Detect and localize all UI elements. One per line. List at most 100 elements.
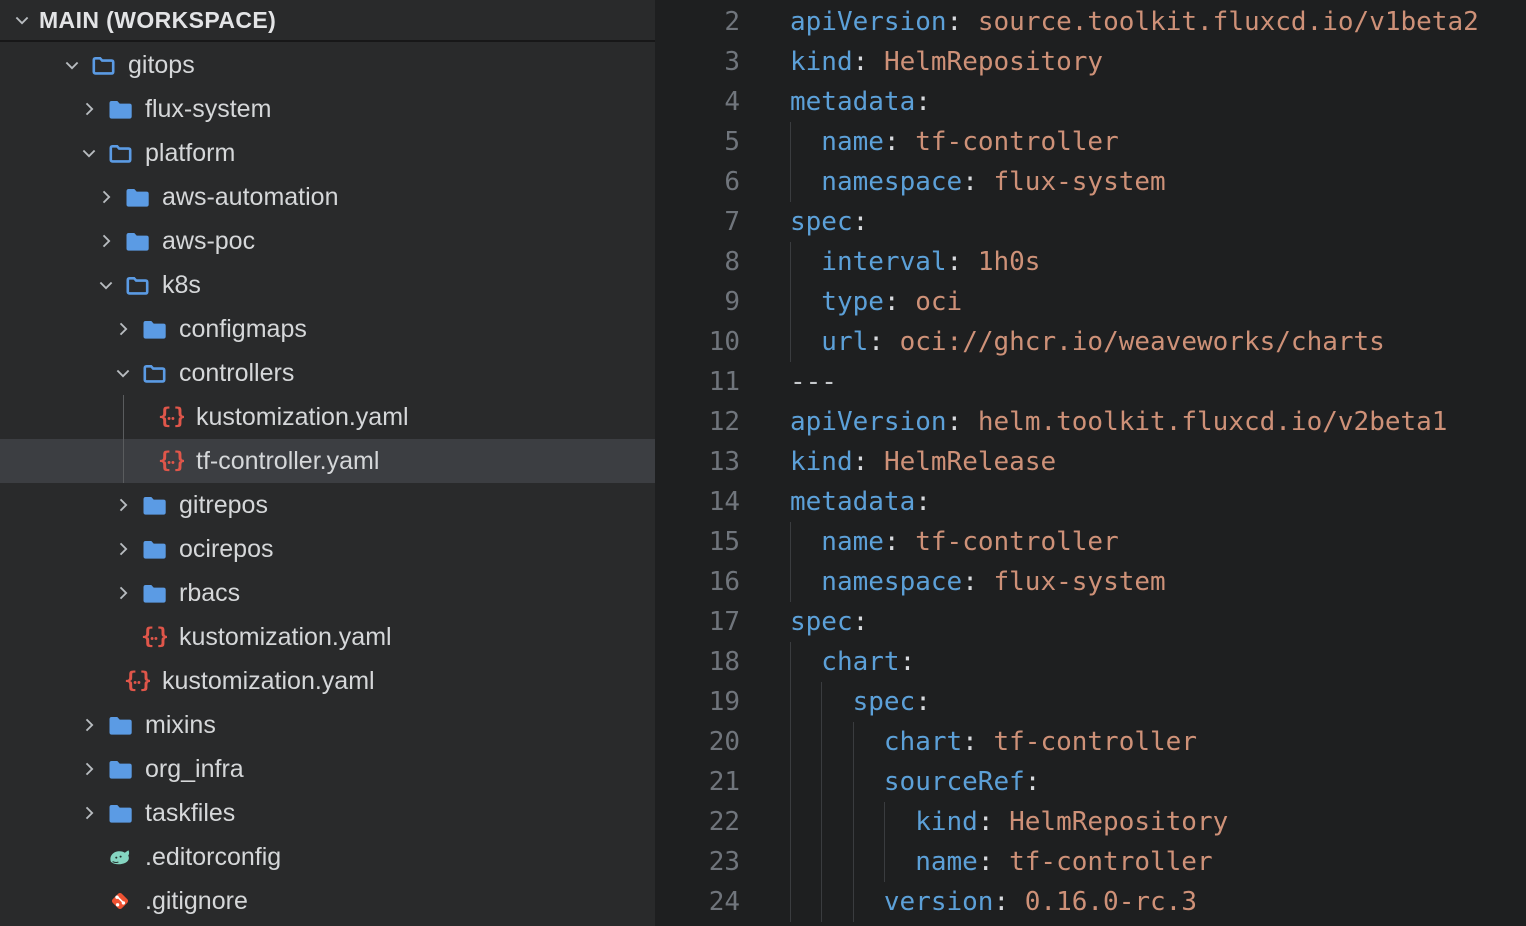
code-line[interactable]: 14metadata: — [655, 482, 1526, 522]
code-line[interactable]: 6namespace: flux-system — [655, 162, 1526, 202]
chevron-down-icon[interactable] — [79, 143, 107, 163]
yaml-key: metadata — [790, 87, 915, 117]
yaml-key: interval — [821, 247, 946, 277]
chevron-down-icon[interactable] — [62, 55, 90, 75]
chevron-right-icon[interactable] — [79, 759, 107, 779]
code-content[interactable]: spec: — [790, 202, 1526, 242]
code-content[interactable]: metadata: — [790, 482, 1526, 522]
tree-item[interactable]: controllers — [0, 351, 655, 395]
code-content[interactable]: version: 0.16.0-rc.3 — [790, 882, 1526, 922]
code-line[interactable]: 22kind: HelmRepository — [655, 802, 1526, 842]
yaml-icon: {} — [141, 625, 167, 649]
yaml-key: name — [915, 847, 978, 877]
yaml-colon: : — [900, 647, 916, 677]
chevron-down-icon[interactable] — [113, 363, 141, 383]
code-line[interactable]: 16namespace: flux-system — [655, 562, 1526, 602]
code-text: apiVersion: source.toolkit.fluxcd.io/v1b… — [790, 7, 1479, 37]
code-line[interactable]: 13kind: HelmRelease — [655, 442, 1526, 482]
code-content[interactable]: type: oci — [790, 282, 1526, 322]
tree-item[interactable]: k8s — [0, 263, 655, 307]
code-line[interactable]: 21sourceRef: — [655, 762, 1526, 802]
tree-item[interactable]: platform — [0, 131, 655, 175]
code-content[interactable]: sourceRef: — [790, 762, 1526, 802]
chevron-right-icon[interactable] — [113, 539, 141, 559]
code-content[interactable]: apiVersion: source.toolkit.fluxcd.io/v1b… — [790, 2, 1526, 42]
code-content[interactable]: kind: HelmRepository — [790, 42, 1526, 82]
tree-item[interactable]: org_infra — [0, 747, 655, 791]
tree-item[interactable]: {}kustomization.yaml — [0, 395, 655, 439]
code-line[interactable]: 23name: tf-controller — [655, 842, 1526, 882]
code-content[interactable]: namespace: flux-system — [790, 562, 1526, 602]
code-line[interactable]: 3kind: HelmRepository — [655, 42, 1526, 82]
chevron-right-icon[interactable] — [113, 495, 141, 515]
code-content[interactable]: spec: — [790, 682, 1526, 722]
tree-item[interactable]: taskfiles — [0, 791, 655, 835]
chevron-right-icon[interactable] — [113, 319, 141, 339]
yaml-colon: : — [962, 727, 993, 757]
code-content[interactable]: namespace: flux-system — [790, 162, 1526, 202]
code-line[interactable]: 12apiVersion: helm.toolkit.fluxcd.io/v2b… — [655, 402, 1526, 442]
code-line[interactable]: 10url: oci://ghcr.io/weaveworks/charts — [655, 322, 1526, 362]
chevron-right-icon[interactable] — [79, 803, 107, 823]
chevron-right-icon[interactable] — [96, 187, 124, 207]
code-editor[interactable]: 2apiVersion: source.toolkit.fluxcd.io/v1… — [655, 0, 1526, 926]
code-line[interactable]: 8interval: 1h0s — [655, 242, 1526, 282]
code-content[interactable]: chart: — [790, 642, 1526, 682]
code-content[interactable]: apiVersion: helm.toolkit.fluxcd.io/v2bet… — [790, 402, 1526, 442]
chevron-right-icon[interactable] — [96, 231, 124, 251]
code-line[interactable]: 19spec: — [655, 682, 1526, 722]
yaml-colon: : — [884, 127, 915, 157]
tree-item[interactable]: aws-automation — [0, 175, 655, 219]
code-line[interactable]: 24version: 0.16.0-rc.3 — [655, 882, 1526, 922]
yaml-key: spec — [790, 607, 853, 637]
tree-item[interactable]: {}kustomization.yaml — [0, 615, 655, 659]
code-line[interactable]: 17spec: — [655, 602, 1526, 642]
code-line[interactable]: 4metadata: — [655, 82, 1526, 122]
indent-guide — [790, 802, 791, 842]
code-content[interactable]: name: tf-controller — [790, 842, 1526, 882]
code-content[interactable]: interval: 1h0s — [790, 242, 1526, 282]
tree-item[interactable]: mixins — [0, 703, 655, 747]
code-content[interactable]: name: tf-controller — [790, 522, 1526, 562]
code-content[interactable]: metadata: — [790, 82, 1526, 122]
code-line[interactable]: 11--- — [655, 362, 1526, 402]
chevron-down-icon[interactable] — [96, 275, 124, 295]
code-line[interactable]: 20chart: tf-controller — [655, 722, 1526, 762]
code-content[interactable]: chart: tf-controller — [790, 722, 1526, 762]
tree-item[interactable]: aws-poc — [0, 219, 655, 263]
chevron-right-icon[interactable] — [79, 715, 107, 735]
code-text: spec: — [790, 207, 868, 237]
code-content[interactable]: name: tf-controller — [790, 122, 1526, 162]
tree-item[interactable]: rbacs — [0, 571, 655, 615]
tree-item[interactable]: {}kustomization.yaml — [0, 659, 655, 703]
code-content[interactable]: kind: HelmRepository — [790, 802, 1526, 842]
tree-item-label: .editorconfig — [145, 843, 281, 872]
tree-item-label: aws-poc — [162, 227, 255, 256]
code-line[interactable]: 15name: tf-controller — [655, 522, 1526, 562]
explorer-section-header[interactable]: MAIN (WORKSPACE) — [0, 0, 655, 42]
tree-item[interactable]: .gitignore — [0, 879, 655, 923]
code-content[interactable]: spec: — [790, 602, 1526, 642]
chevron-right-icon[interactable] — [113, 583, 141, 603]
code-content[interactable]: kind: HelmRelease — [790, 442, 1526, 482]
tree-item[interactable]: configmaps — [0, 307, 655, 351]
code-line[interactable]: 2apiVersion: source.toolkit.fluxcd.io/v1… — [655, 2, 1526, 42]
tree-item[interactable]: gitrepos — [0, 483, 655, 527]
tree-item[interactable]: {}tf-controller.yaml — [0, 439, 655, 483]
code-content[interactable]: url: oci://ghcr.io/weaveworks/charts — [790, 322, 1526, 362]
code-line[interactable]: 18chart: — [655, 642, 1526, 682]
code-content[interactable]: --- — [790, 362, 1526, 402]
code-line[interactable]: 7spec: — [655, 202, 1526, 242]
tree-item[interactable]: .editorconfig — [0, 835, 655, 879]
chevron-right-icon[interactable] — [79, 99, 107, 119]
tree-item[interactable]: ocirepos — [0, 527, 655, 571]
tree-item[interactable]: gitops — [0, 43, 655, 87]
yaml-key: chart — [884, 727, 962, 757]
svg-text:}: } — [173, 405, 184, 429]
yaml-key: name — [821, 127, 884, 157]
code-line[interactable]: 5name: tf-controller — [655, 122, 1526, 162]
code-line[interactable]: 9type: oci — [655, 282, 1526, 322]
editorconfig-icon — [107, 845, 133, 869]
tree-item[interactable]: flux-system — [0, 87, 655, 131]
indent-guide — [790, 242, 791, 282]
